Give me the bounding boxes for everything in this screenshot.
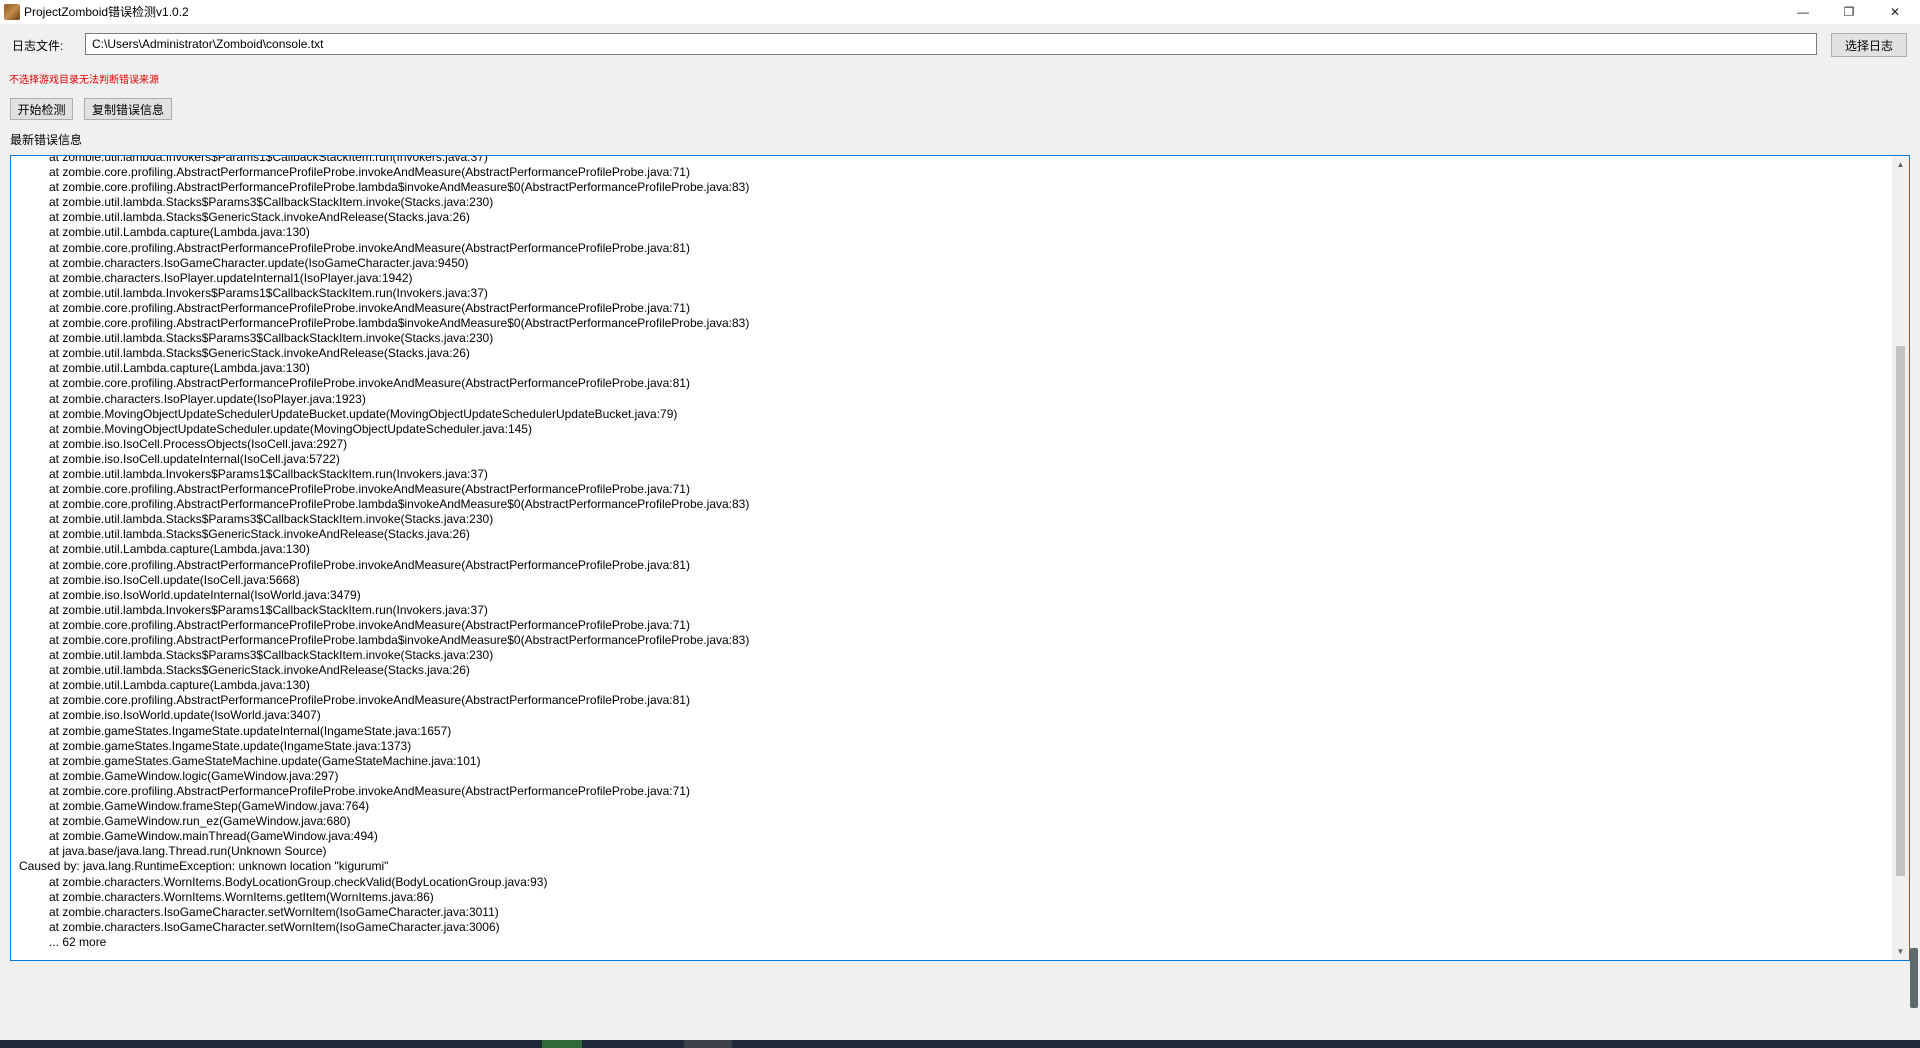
log-path-field[interactable] [85, 33, 1817, 55]
log-line: at zombie.gameStates.IngameState.updateI… [49, 723, 452, 738]
log-line: at zombie.util.lambda.Invokers$Params1$C… [49, 602, 488, 617]
log-line: at zombie.util.lambda.Stacks$GenericStac… [49, 346, 470, 361]
app-icon [4, 4, 20, 20]
log-line: at zombie.util.Lambda.capture(Lambda.jav… [49, 225, 310, 240]
log-line: at zombie.GameWindow.frameStep(GameWindo… [49, 799, 370, 814]
log-line: at zombie.iso.IsoCell.ProcessObjects(Iso… [49, 436, 348, 451]
log-line: at zombie.iso.IsoCell.updateInternal(Iso… [49, 451, 340, 466]
scroll-down-icon[interactable]: ▼ [1892, 943, 1909, 960]
log-line: Caused by: java.lang.RuntimeException: u… [19, 859, 389, 874]
log-line: at zombie.util.lambda.Stacks$Params3$Cal… [49, 512, 494, 527]
log-line: at zombie.core.profiling.AbstractPerform… [49, 693, 690, 708]
title-bar: ProjectZomboid错误检测v1.0.2 — ❐ ✕ [0, 0, 1920, 24]
minimize-button[interactable]: — [1780, 0, 1826, 24]
log-line: at zombie.util.lambda.Invokers$Params1$C… [49, 155, 488, 164]
log-line: at zombie.GameWindow.mainThread(GameWind… [49, 829, 378, 844]
choose-log-button[interactable]: 选择日志 [1831, 33, 1907, 57]
log-line: at zombie.util.lambda.Invokers$Params1$C… [49, 466, 488, 481]
log-line: at zombie.util.Lambda.capture(Lambda.jav… [49, 542, 310, 557]
latest-errors-label: 最新错误信息 [10, 133, 83, 147]
log-line: at zombie.gameStates.IngameState.update(… [49, 738, 412, 753]
log-line: at zombie.characters.WornItems.BodyLocat… [49, 874, 548, 889]
taskbar [0, 1040, 1920, 1048]
log-line: at zombie.characters.IsoPlayer.update(Is… [49, 391, 366, 406]
log-line: at zombie.MovingObjectUpdateScheduler.up… [49, 421, 532, 436]
taskbar-item[interactable] [684, 1040, 732, 1048]
log-line: at zombie.core.profiling.AbstractPerform… [49, 497, 750, 512]
log-line: at zombie.GameWindow.run_ez(GameWindow.j… [49, 814, 351, 829]
log-file-label: 日志文件: [12, 39, 64, 53]
log-line: at zombie.util.lambda.Stacks$Params3$Cal… [49, 331, 494, 346]
log-scrollbar[interactable]: ▲ ▼ [1892, 156, 1909, 960]
log-line: at zombie.characters.IsoPlayer.updateInt… [49, 270, 413, 285]
log-line: at zombie.core.profiling.AbstractPerform… [49, 165, 690, 180]
window-title: ProjectZomboid错误检测v1.0.2 [24, 5, 189, 19]
log-line: at zombie.util.lambda.Stacks$Params3$Cal… [49, 648, 494, 663]
log-line: at zombie.core.profiling.AbstractPerform… [49, 617, 690, 632]
copy-error-button[interactable]: 复制错误信息 [84, 98, 172, 120]
warning-text: 不选择游戏目录无法判断错误来源 [9, 75, 159, 86]
log-line: at zombie.iso.IsoWorld.update(IsoWorld.j… [49, 708, 321, 723]
outer-scroll-indicator [1910, 948, 1918, 1008]
log-line: at zombie.iso.IsoCell.update(IsoCell.jav… [49, 572, 300, 587]
log-line: at zombie.core.profiling.AbstractPerform… [49, 633, 750, 647]
scroll-thumb[interactable] [1896, 345, 1905, 876]
log-line: at zombie.util.lambda.Stacks$GenericStac… [49, 663, 470, 678]
log-line: at zombie.core.profiling.AbstractPerform… [49, 482, 690, 497]
log-line: at zombie.core.profiling.AbstractPerform… [49, 180, 750, 195]
log-line: at zombie.core.profiling.AbstractPerform… [49, 376, 690, 391]
taskbar-item[interactable] [542, 1040, 582, 1048]
log-line: at zombie.core.profiling.AbstractPerform… [49, 783, 690, 798]
log-line: at zombie.util.lambda.Stacks$Params3$Cal… [49, 195, 494, 210]
log-line: at zombie.iso.IsoWorld.updateInternal(Is… [49, 587, 361, 602]
scroll-up-icon[interactable]: ▲ [1892, 156, 1909, 173]
log-line: at zombie.MovingObjectUpdateSchedulerUpd… [49, 406, 678, 421]
log-line: at zombie.gameStates.GameStateMachine.up… [49, 753, 481, 768]
log-line: at zombie.characters.IsoGameCharacter.up… [49, 255, 469, 270]
error-log-textarea[interactable]: at zombie.util.lambda.Invokers$Params1$C… [10, 155, 1910, 961]
log-line: at zombie.util.lambda.Invokers$Params1$C… [49, 285, 488, 300]
log-line: at java.base/java.lang.Thread.run(Unknow… [49, 844, 327, 859]
log-line: at zombie.util.lambda.Stacks$GenericStac… [49, 527, 470, 542]
log-line: at zombie.util.Lambda.capture(Lambda.jav… [49, 678, 310, 693]
restore-button[interactable]: ❐ [1826, 0, 1872, 24]
log-line: at zombie.characters.WornItems.WornItems… [49, 889, 434, 904]
log-content: at zombie.util.lambda.Invokers$Params1$C… [19, 155, 1887, 950]
log-line: at zombie.util.Lambda.capture(Lambda.jav… [49, 361, 310, 376]
log-line: at zombie.core.profiling.AbstractPerform… [49, 300, 690, 315]
log-line: at zombie.util.lambda.Stacks$GenericStac… [49, 210, 470, 225]
log-line: at zombie.core.profiling.AbstractPerform… [49, 240, 690, 255]
log-line: at zombie.characters.IsoGameCharacter.se… [49, 919, 500, 934]
log-line: at zombie.core.profiling.AbstractPerform… [49, 316, 750, 331]
log-line: ... 62 more [49, 934, 107, 949]
close-button[interactable]: ✕ [1872, 0, 1918, 24]
log-line: at zombie.core.profiling.AbstractPerform… [49, 557, 690, 572]
log-line: at zombie.GameWindow.logic(GameWindow.ja… [49, 768, 339, 783]
start-detect-button[interactable]: 开始检测 [10, 98, 73, 120]
log-line: at zombie.characters.IsoGameCharacter.se… [49, 904, 499, 919]
